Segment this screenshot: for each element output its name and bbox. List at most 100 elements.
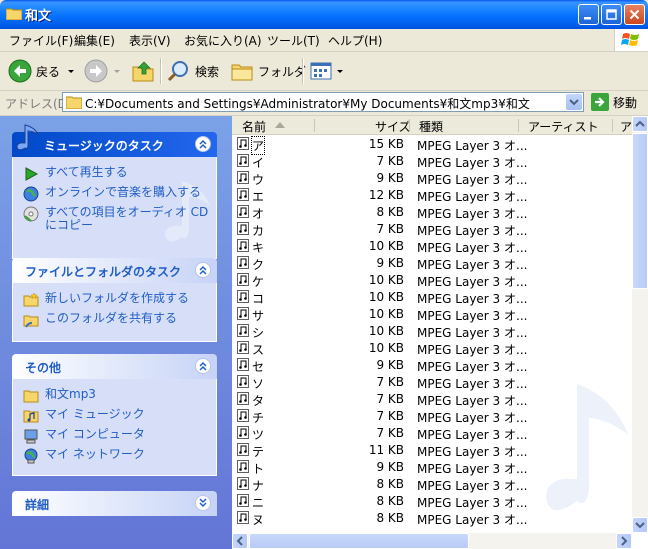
file-size: 9 KB xyxy=(376,256,404,270)
file-folder-tasks-body: 新しいフォルダを作成する このフォルダを共有する xyxy=(12,283,217,342)
maximize-button[interactable] xyxy=(601,4,622,25)
file-folder-tasks-header[interactable]: ファイルとフォルダのタスク xyxy=(12,258,217,283)
other-place-my-network[interactable]: マイ ネットワーク xyxy=(23,448,145,464)
file-row[interactable]: ヌ 8 KB MPEG Layer 3 オ... xyxy=(232,510,632,527)
vertical-scrollbar[interactable] xyxy=(632,116,648,533)
menu-tools[interactable]: ツール(T) xyxy=(267,32,320,49)
file-name: ヌ xyxy=(252,513,265,527)
my-music-icon xyxy=(23,410,39,423)
collapse-button[interactable] xyxy=(195,136,211,152)
file-row[interactable]: ソ 7 KB MPEG Layer 3 オ... xyxy=(232,374,632,391)
back-icon xyxy=(8,59,32,83)
file-row[interactable]: タ 7 KB MPEG Layer 3 オ... xyxy=(232,391,632,408)
menu-file[interactable]: ファイル(F) xyxy=(9,32,73,49)
column-divider[interactable] xyxy=(518,119,519,132)
menu-bar: ファイル(F) 編集(E) 表示(V) お気に入り(A) ツール(T) ヘルプ(… xyxy=(0,29,648,52)
file-row[interactable]: コ 10 KB MPEG Layer 3 オ... xyxy=(232,289,632,306)
audio-file-icon xyxy=(237,273,249,286)
file-size: 10 KB xyxy=(368,324,404,338)
file-row[interactable]: カ 7 KB MPEG Layer 3 オ... xyxy=(232,221,632,238)
other-place-my-computer[interactable]: マイ コンピュータ xyxy=(23,428,145,444)
folders-icon xyxy=(231,64,253,81)
file-row[interactable]: ケ 10 KB MPEG Layer 3 オ... xyxy=(232,272,632,289)
file-row[interactable]: サ 10 KB MPEG Layer 3 オ... xyxy=(232,306,632,323)
other-place-my-music[interactable]: マイ ミュージック xyxy=(23,408,145,424)
sort-ascending-icon xyxy=(275,122,285,128)
views-button[interactable] xyxy=(309,58,345,84)
back-label: 戻る xyxy=(36,64,61,79)
address-input[interactable]: C:¥Documents and Settings¥Administrator¥… xyxy=(62,92,584,112)
play-all-link[interactable]: すべて再生する xyxy=(23,166,128,182)
close-button[interactable] xyxy=(624,4,645,25)
expand-button[interactable] xyxy=(195,495,211,511)
other-place-wabun-mp3[interactable]: 和文mp3 xyxy=(23,388,96,404)
chevron-right-icon xyxy=(621,536,628,546)
column-divider[interactable] xyxy=(409,119,410,132)
file-folder-tasks-panel: ファイルとフォルダのタスク 新しいフォルダを作成する このフォルダを共有する xyxy=(12,258,217,342)
share-icon xyxy=(23,315,39,328)
file-name: テ xyxy=(252,445,265,459)
go-button[interactable]: 移動 xyxy=(591,93,637,111)
file-name: ツ xyxy=(252,428,265,442)
file-row[interactable]: ト 9 KB MPEG Layer 3 オ... xyxy=(232,459,632,476)
buy-music-online-link[interactable]: オンラインで音楽を購入する xyxy=(23,186,201,202)
file-row[interactable]: セ 9 KB MPEG Layer 3 オ... xyxy=(232,357,632,374)
column-divider[interactable] xyxy=(314,119,315,132)
collapse-button[interactable] xyxy=(195,262,211,278)
other-places-header[interactable]: その他 xyxy=(12,354,217,379)
vertical-scroll-thumb[interactable] xyxy=(632,133,648,289)
file-row[interactable]: ウ 9 KB MPEG Layer 3 オ... xyxy=(232,170,632,187)
file-row[interactable]: ツ 7 KB MPEG Layer 3 オ... xyxy=(232,425,632,442)
scroll-up-button[interactable] xyxy=(632,116,648,132)
other-places-panel: その他 和文mp3 マイ ミュージック マイ コンピュータ マイ ネットワーク xyxy=(12,354,217,476)
menu-help[interactable]: ヘルプ(H) xyxy=(328,32,382,49)
column-type[interactable]: 種類 xyxy=(419,118,443,135)
scroll-left-button[interactable] xyxy=(232,533,248,549)
file-row[interactable]: ナ 8 KB MPEG Layer 3 オ... xyxy=(232,476,632,493)
back-button[interactable]: 戻る xyxy=(8,58,76,84)
up-button[interactable] xyxy=(131,58,155,84)
copy-to-audio-cd-link[interactable]: すべての項目をオーディオ CD にコピー xyxy=(23,206,208,232)
other-place-label: 和文mp3 xyxy=(45,387,96,401)
file-row[interactable]: ク 9 KB MPEG Layer 3 オ... xyxy=(232,255,632,272)
file-row[interactable]: エ 12 KB MPEG Layer 3 オ... xyxy=(232,187,632,204)
file-row[interactable]: オ 8 KB MPEG Layer 3 オ... xyxy=(232,204,632,221)
horizontal-scroll-thumb[interactable] xyxy=(249,533,469,549)
scroll-right-button[interactable] xyxy=(616,533,632,549)
scroll-down-button[interactable] xyxy=(632,517,648,533)
chevron-down-icon xyxy=(337,70,343,73)
share-folder-link[interactable]: このフォルダを共有する xyxy=(23,312,177,328)
music-tasks-header[interactable]: ミュージックのタスク xyxy=(12,124,217,157)
address-dropdown-button[interactable] xyxy=(566,94,582,110)
file-row[interactable]: ニ 8 KB MPEG Layer 3 オ... xyxy=(232,493,632,510)
column-truncated[interactable]: ア xyxy=(620,118,632,135)
file-name: タ xyxy=(252,394,265,408)
details-header[interactable]: 詳細 xyxy=(12,491,217,516)
new-folder-link[interactable]: 新しいフォルダを作成する xyxy=(23,292,189,308)
file-row[interactable]: チ 7 KB MPEG Layer 3 オ... xyxy=(232,408,632,425)
search-button[interactable]: 検索 xyxy=(167,58,219,84)
title-bar[interactable]: 和文 xyxy=(0,0,648,29)
column-artist[interactable]: アーティスト xyxy=(528,118,599,135)
file-row[interactable]: ア 15 KB MPEG Layer 3 オ... xyxy=(232,136,632,155)
file-name: ウ xyxy=(252,173,265,187)
folders-button[interactable]: フォルダ xyxy=(230,58,306,84)
column-name[interactable]: 名前 xyxy=(242,118,266,135)
file-row[interactable]: ス 10 KB MPEG Layer 3 オ... xyxy=(232,340,632,357)
audio-file-icon xyxy=(237,460,249,473)
minimize-button[interactable] xyxy=(578,4,599,25)
file-row[interactable]: イ 7 KB MPEG Layer 3 オ... xyxy=(232,153,632,170)
horizontal-scrollbar[interactable] xyxy=(232,533,632,549)
forward-button[interactable] xyxy=(84,58,122,84)
file-row[interactable]: シ 10 KB MPEG Layer 3 オ... xyxy=(232,323,632,340)
file-name: サ xyxy=(252,309,265,323)
collapse-button[interactable] xyxy=(195,358,211,374)
file-size: 8 KB xyxy=(376,494,404,508)
file-row[interactable]: テ 11 KB MPEG Layer 3 オ... xyxy=(232,442,632,459)
menu-edit[interactable]: 編集(E) xyxy=(74,32,115,49)
file-row[interactable]: キ 10 KB MPEG Layer 3 オ... xyxy=(232,238,632,255)
menu-favorites[interactable]: お気に入り(A) xyxy=(184,32,262,49)
column-size[interactable]: サイズ xyxy=(375,118,411,135)
column-divider[interactable] xyxy=(612,119,613,132)
menu-view[interactable]: 表示(V) xyxy=(129,32,171,49)
